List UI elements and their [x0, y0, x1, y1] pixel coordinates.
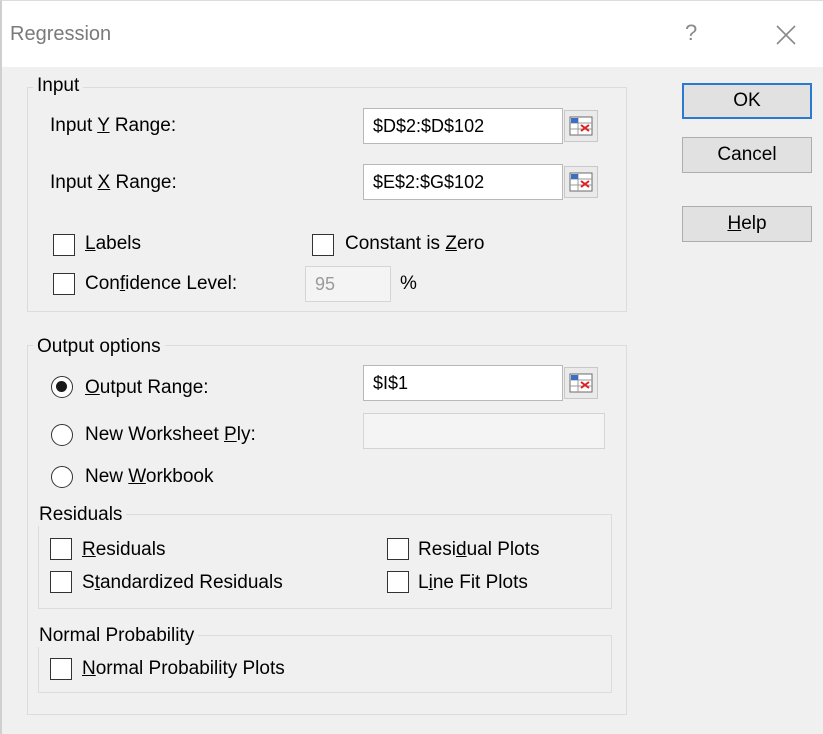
new-worksheet-ply-radio[interactable]: [51, 424, 73, 446]
confidence-level-checkbox[interactable]: [53, 273, 75, 295]
residuals-checkbox[interactable]: [50, 538, 72, 560]
residuals-group-label: Residuals: [35, 504, 127, 526]
input-y-range-label: Input Y Range:: [50, 115, 177, 136]
output-range-label: Output Range:: [85, 377, 209, 398]
percent-sign: %: [400, 273, 417, 294]
constant-is-zero-label: Constant is Zero: [345, 233, 485, 254]
ok-button[interactable]: OK: [682, 83, 812, 119]
residual-plots-label: Residual Plots: [418, 539, 540, 560]
new-workbook-radio[interactable]: [51, 466, 73, 488]
title-bar: Regression ?: [2, 1, 823, 67]
normal-probability-plots-label: Normal Probability Plots: [82, 658, 285, 679]
input-group-label: Input: [33, 75, 84, 97]
normal-probability-group-label: Normal Probability: [35, 625, 199, 647]
range-select-icon[interactable]: [564, 166, 598, 198]
normal-probability-plots-checkbox[interactable]: [50, 658, 72, 680]
residuals-label: Residuals: [82, 539, 166, 560]
new-worksheet-ply-field[interactable]: [363, 413, 605, 449]
confidence-level-label: Confidence Level:: [85, 273, 238, 294]
output-options-label: Output options: [33, 336, 165, 358]
range-select-icon[interactable]: [564, 367, 598, 399]
confidence-level-field[interactable]: 95: [305, 266, 391, 302]
line-fit-plots-label: Line Fit Plots: [418, 572, 528, 593]
cancel-button[interactable]: Cancel: [682, 137, 812, 173]
constant-is-zero-checkbox[interactable]: [312, 234, 334, 256]
dialog-title: Regression: [10, 23, 112, 45]
help-button[interactable]: Help: [682, 206, 812, 242]
new-workbook-label: New Workbook: [85, 466, 214, 487]
input-y-range-field[interactable]: $D$2:$D$102: [363, 108, 563, 144]
labels-label: Labels: [85, 233, 141, 254]
standardized-residuals-checkbox[interactable]: [50, 571, 72, 593]
standardized-residuals-label: Standardized Residuals: [82, 572, 283, 593]
labels-checkbox[interactable]: [53, 234, 75, 256]
help-question-icon[interactable]: ?: [685, 20, 697, 46]
residual-plots-checkbox[interactable]: [387, 538, 409, 560]
output-range-radio[interactable]: [51, 376, 73, 398]
output-range-field[interactable]: $I$1: [363, 365, 563, 401]
line-fit-plots-checkbox[interactable]: [387, 571, 409, 593]
input-x-range-label: Input X Range:: [50, 172, 177, 193]
input-x-range-field[interactable]: $E$2:$G$102: [363, 164, 563, 200]
new-worksheet-ply-label: New Worksheet Ply:: [85, 424, 256, 445]
range-select-icon[interactable]: [564, 110, 598, 142]
regression-dialog: Regression ? Input Input Y Range: $D$2:$…: [0, 0, 823, 734]
close-icon[interactable]: [774, 23, 798, 47]
